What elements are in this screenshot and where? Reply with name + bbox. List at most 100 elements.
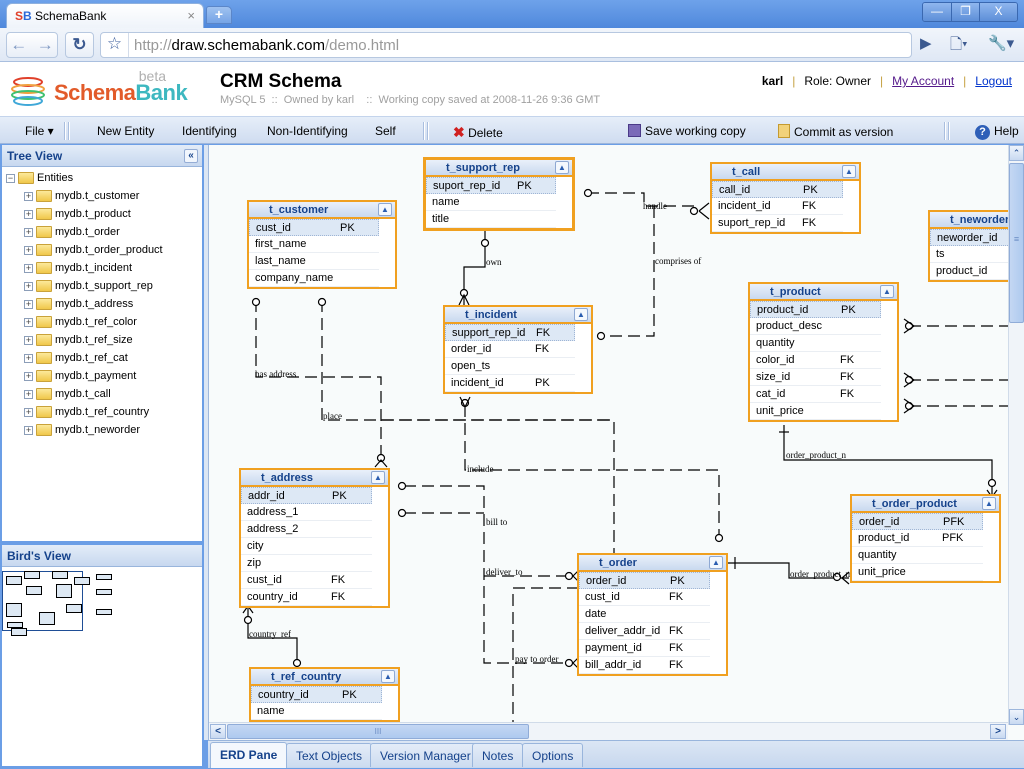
expand-toggle-icon[interactable]: + (24, 425, 33, 435)
tree-item[interactable]: + mydb.t_ref_color (6, 313, 202, 331)
entity-column[interactable]: country_id FK (241, 589, 372, 606)
entity-column[interactable]: incident_id PK (445, 375, 575, 392)
tree-item[interactable]: + mydb.t_incident (6, 259, 202, 277)
help-button[interactable]: ? Help (975, 124, 1019, 140)
save-working-copy-button[interactable]: Save working copy (628, 124, 746, 138)
birds-view-minimap[interactable] (2, 569, 202, 769)
delete-button[interactable]: ✖ Delete (453, 124, 503, 141)
tree-item[interactable]: + mydb.t_address (6, 295, 202, 313)
entity-column[interactable]: call_id PK (712, 181, 843, 198)
tree-item[interactable]: + mydb.t_support_rep (6, 277, 202, 295)
entity-column[interactable]: city (241, 538, 372, 555)
entity-header[interactable]: t_product ▲ (750, 284, 897, 301)
entity-column[interactable]: payment_id FK (579, 640, 710, 657)
tree-item[interactable]: + mydb.t_ref_cat (6, 349, 202, 367)
tree-item[interactable]: + mydb.t_ref_size (6, 331, 202, 349)
page-menu-icon[interactable]: 🗋▾ (950, 34, 968, 59)
expand-toggle-icon[interactable]: + (24, 191, 33, 201)
tree-item[interactable]: + mydb.t_customer (6, 187, 202, 205)
entity-column[interactable]: addr_id PK (241, 487, 372, 504)
tree-item[interactable]: + mydb.t_order_product (6, 241, 202, 259)
entity-column[interactable]: name (251, 703, 382, 720)
rel-order-product-n[interactable] (783, 425, 993, 497)
entity-column[interactable]: order_id PFK (852, 513, 983, 530)
entity-column[interactable]: quantity (852, 547, 983, 564)
identifying-button[interactable]: Identifying (182, 124, 237, 138)
collapse-entity-icon[interactable]: ▲ (880, 285, 894, 298)
tree-root-entities[interactable]: − Entities (6, 169, 202, 187)
url-text[interactable]: http://draw.schemabank.com/demo.html (134, 37, 399, 54)
entity-column[interactable]: title (426, 211, 556, 228)
entity-column[interactable]: address_1 (241, 504, 372, 521)
horizontal-scroll-thumb[interactable]: III (227, 724, 529, 739)
entity-column[interactable]: open_ts (445, 358, 575, 375)
bookmark-star-icon[interactable]: ☆ (101, 33, 129, 57)
entity-column[interactable]: quantity (750, 335, 881, 352)
entity-header[interactable]: t_support_rep ▲ (426, 160, 572, 177)
entity-column[interactable]: suport_rep_id FK (712, 215, 843, 232)
entity-column[interactable]: address_2 (241, 521, 372, 538)
collapse-entity-icon[interactable]: ▲ (378, 203, 392, 216)
entity-column[interactable]: bill_addr_id FK (579, 657, 710, 674)
expand-toggle-icon[interactable]: + (24, 227, 33, 237)
entity-column[interactable]: size_id FK (750, 369, 881, 386)
non-identifying-button[interactable]: Non-Identifying (267, 124, 348, 138)
scroll-up-button[interactable]: ⌃ (1009, 145, 1024, 161)
tab-close-icon[interactable]: × (187, 8, 195, 23)
expand-toggle-icon[interactable]: + (24, 407, 33, 417)
tab-version-manager[interactable]: Version Manager (370, 743, 481, 767)
back-button[interactable]: ← (10, 35, 27, 54)
scroll-down-button[interactable]: ⌄ (1009, 709, 1024, 725)
entity-column[interactable]: order_id FK (445, 341, 575, 358)
tab-text-objects[interactable]: Text Objects (286, 743, 373, 767)
entity-header[interactable]: t_call ▲ (712, 164, 859, 181)
entity-column[interactable]: cat_id FK (750, 386, 881, 403)
new-tab-button[interactable]: + (206, 6, 232, 24)
erd-canvas[interactable]: has address place own handle comprises o… (208, 145, 1024, 740)
tools-menu-icon[interactable]: 🔧▾ (988, 34, 1014, 52)
entity-t-ref-country[interactable]: t_ref_country ▲ country_id PK name (249, 667, 400, 722)
entity-column[interactable]: name (426, 194, 556, 211)
scroll-right-button[interactable]: > (990, 724, 1006, 739)
entity-t-address[interactable]: t_address ▲ addr_id PK address_1 address_2 cit… (239, 468, 390, 608)
collapse-entity-icon[interactable]: ▲ (982, 497, 996, 510)
entity-column[interactable]: date (579, 606, 710, 623)
tree-item[interactable]: + mydb.t_order (6, 223, 202, 241)
minimize-button[interactable]: — (923, 3, 951, 21)
tab-options[interactable]: Options (522, 743, 584, 767)
scroll-left-button[interactable]: < (210, 724, 226, 739)
tree-item[interactable]: + mydb.t_call (6, 385, 202, 403)
entity-column[interactable]: support_rep_id FK (445, 324, 575, 341)
new-entity-button[interactable]: New Entity (97, 124, 154, 138)
horizontal-scrollbar[interactable]: < III > (209, 722, 1008, 740)
entity-column[interactable]: zip (241, 555, 372, 572)
entity-column[interactable]: order_id PK (579, 572, 710, 589)
expand-toggle-icon[interactable]: + (24, 209, 33, 219)
browser-tab[interactable]: SB SchemaBank × (6, 3, 204, 29)
reload-button[interactable]: ↻ (65, 32, 94, 58)
entity-t-incident[interactable]: t_incident ▲ support_rep_id FK order_id FK ope… (443, 305, 593, 394)
collapse-entity-icon[interactable]: ▲ (574, 308, 588, 321)
vertical-scroll-thumb[interactable]: ≡ (1009, 163, 1024, 323)
vertical-scrollbar[interactable]: ⌃ ≡ ⌄ (1008, 145, 1024, 725)
go-icon[interactable]: ▶ (920, 34, 932, 52)
self-button[interactable]: Self (375, 124, 396, 138)
entity-column[interactable]: cust_id FK (241, 572, 372, 589)
entity-column[interactable]: neworder_id (930, 229, 1020, 246)
entity-column[interactable]: product_desc (750, 318, 881, 335)
commit-version-button[interactable]: Commit as version (778, 124, 893, 139)
entity-header[interactable]: t_incident ▲ (445, 307, 591, 324)
expand-toggle-icon[interactable]: + (24, 299, 33, 309)
rel-comprises-of[interactable] (609, 206, 655, 337)
collapse-entity-icon[interactable]: ▲ (842, 165, 856, 178)
expand-toggle-icon[interactable]: + (24, 281, 33, 291)
entity-column[interactable]: unit_price (750, 403, 881, 420)
entity-column[interactable]: company_name (249, 270, 379, 287)
entity-t-order-product[interactable]: t_order_product ▲ order_id PFK product_id PFK… (850, 494, 1001, 583)
entity-header[interactable]: t_ref_country ▲ (251, 669, 398, 686)
tree-item[interactable]: + mydb.t_ref_country (6, 403, 202, 421)
entity-t-call[interactable]: t_call ▲ call_id PK incident_id FK suport_rep_… (710, 162, 861, 234)
collapse-entity-icon[interactable]: ▲ (555, 161, 569, 174)
entity-t-support-rep[interactable]: t_support_rep ▲ suport_rep_id PK name title (423, 157, 575, 231)
my-account-link[interactable]: My Account (892, 74, 954, 88)
